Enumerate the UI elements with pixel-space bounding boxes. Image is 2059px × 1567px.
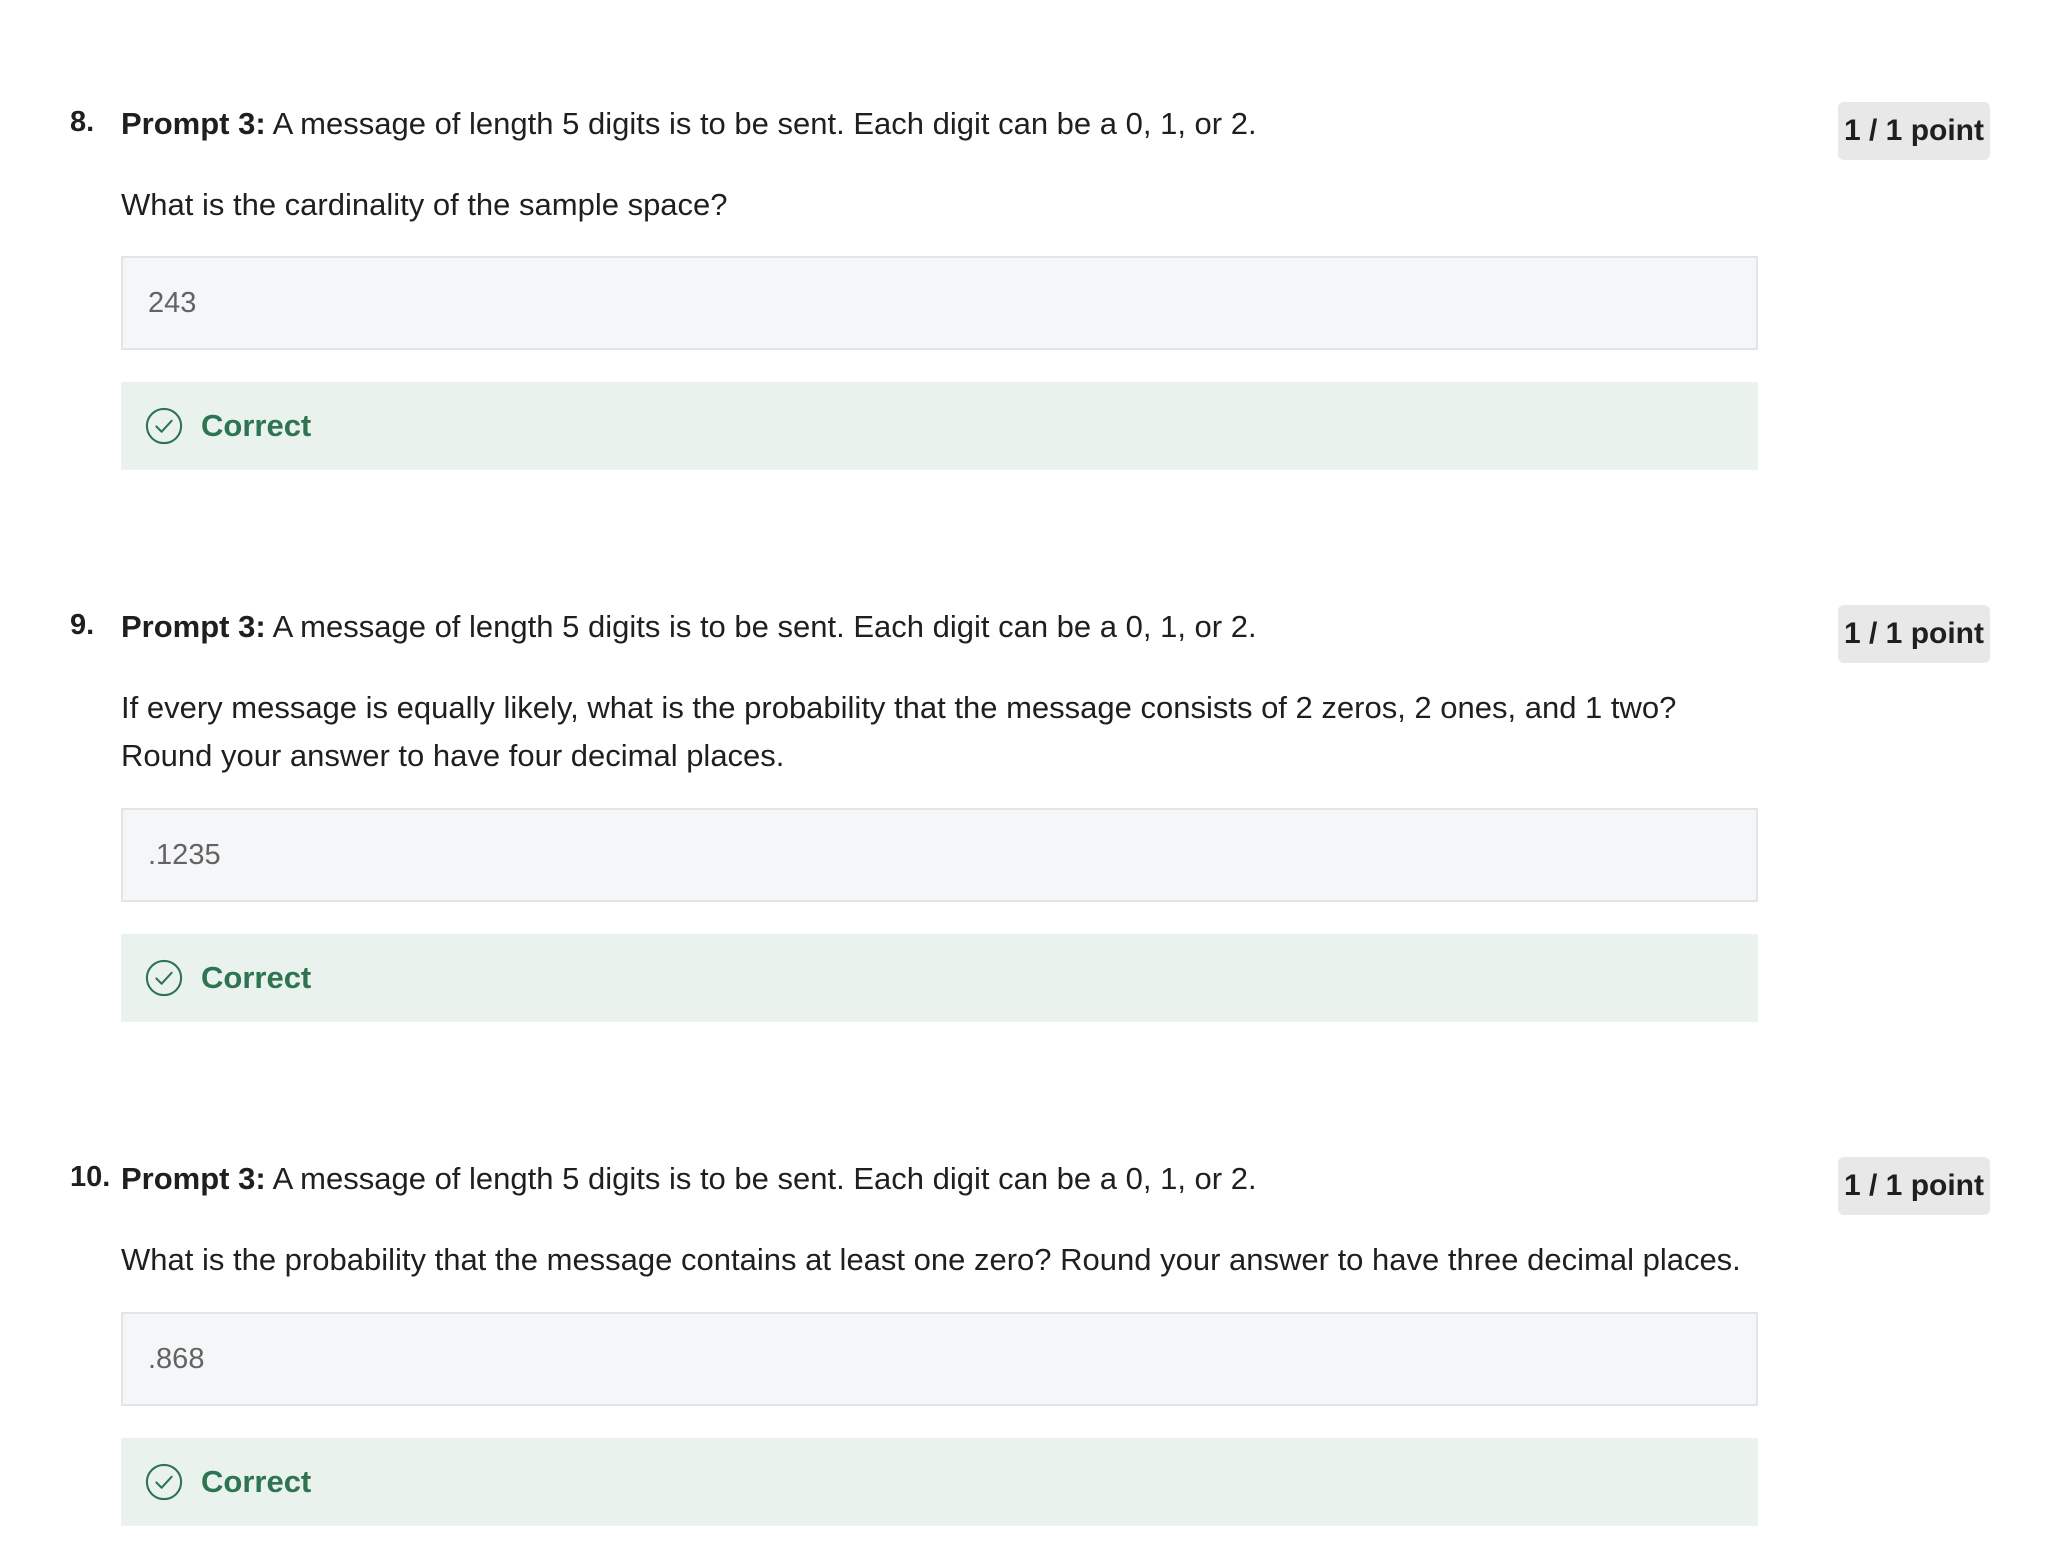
question-prompt: Prompt 3: A message of length 5 digits i… (121, 603, 1761, 651)
points-badge: 1 / 1 point (1838, 1157, 1990, 1215)
check-circle-icon (145, 959, 183, 997)
question-text: What is the probability that the message… (121, 1242, 1741, 1277)
prompt-label: Prompt 3: (121, 1161, 266, 1196)
question-8: 8. Prompt 3: A message of length 5 digit… (0, 100, 2059, 480)
points-badge: 1 / 1 point (1838, 605, 1990, 663)
check-circle-icon (145, 1463, 183, 1501)
prompt-text: A message of length 5 digits is to be se… (265, 106, 1257, 141)
question-text: What is the cardinality of the sample sp… (121, 187, 728, 222)
answer-input[interactable]: .1235 (121, 808, 1758, 902)
question-prompt: Prompt 3: A message of length 5 digits i… (121, 100, 1761, 148)
prompt-text: A message of length 5 digits is to be se… (265, 1161, 1257, 1196)
feedback-label: Correct (201, 960, 312, 995)
question-9: 9. Prompt 3: A message of length 5 digit… (0, 603, 2059, 1033)
question-number: 10. (70, 1161, 111, 1193)
question-number: 9. (70, 609, 95, 641)
feedback-correct: Correct (121, 1438, 1758, 1526)
feedback-label: Correct (201, 1464, 312, 1499)
prompt-text: A message of length 5 digits is to be se… (265, 609, 1257, 644)
prompt-label: Prompt 3: (121, 106, 266, 141)
feedback-correct: Correct (121, 934, 1758, 1022)
feedback-label: Correct (201, 408, 312, 443)
prompt-label: Prompt 3: (121, 609, 266, 644)
answer-input[interactable]: 243 (121, 256, 1758, 350)
question-number: 8. (70, 106, 95, 138)
question-10: 10. Prompt 3: A message of length 5 digi… (0, 1155, 2059, 1535)
question-prompt: Prompt 3: A message of length 5 digits i… (121, 1155, 1761, 1203)
check-circle-icon (145, 407, 183, 445)
answer-input[interactable]: .868 (121, 1312, 1758, 1406)
feedback-correct: Correct (121, 382, 1758, 470)
question-text: If every message is equally likely, what… (121, 690, 1677, 773)
points-badge: 1 / 1 point (1838, 102, 1990, 160)
